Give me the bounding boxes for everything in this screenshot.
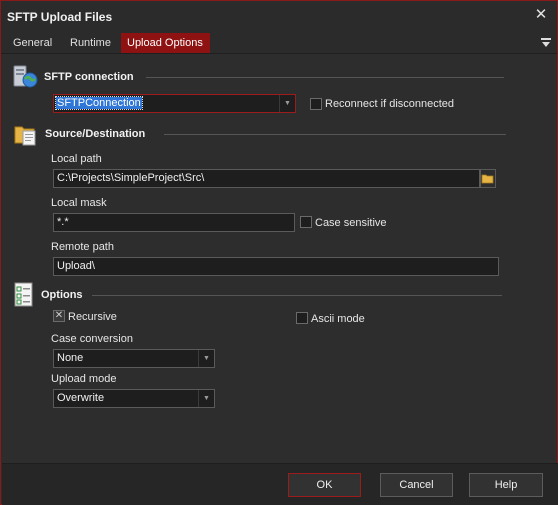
upload-options-panel: SFTP connection SFTPConnection ▼ Reconne…: [3, 54, 555, 463]
case-sensitive-checkbox[interactable]: [300, 216, 312, 228]
recursive-checkbox[interactable]: ✕: [53, 310, 65, 322]
title-bar: SFTP Upload Files ✕: [1, 1, 557, 33]
chevron-down-icon: ▼: [279, 95, 295, 112]
local-mask-label: Local mask: [51, 197, 107, 209]
local-mask-input[interactable]: *.*: [53, 213, 295, 232]
case-sensitive-label: Case sensitive: [315, 217, 387, 229]
dialog-footer: OK Cancel Help: [2, 463, 558, 505]
case-conversion-label: Case conversion: [51, 333, 133, 345]
tab-upload-options[interactable]: Upload Options: [121, 33, 210, 53]
chevron-down-icon: ▼: [198, 350, 214, 367]
sftp-connection-select[interactable]: SFTPConnection ▼: [53, 94, 296, 113]
close-icon[interactable]: ✕: [533, 7, 549, 23]
case-conversion-value: None: [57, 352, 84, 364]
section-divider: [146, 77, 504, 78]
browse-folder-button[interactable]: [480, 169, 496, 188]
folder-files-icon: [13, 123, 39, 150]
tab-bar: General Runtime Upload Options: [1, 33, 557, 54]
dialog-window: SFTP Upload Files ✕ General Runtime Uplo…: [0, 0, 558, 505]
tab-menu-icon[interactable]: [541, 37, 551, 49]
sftp-section-title: SFTP connection: [44, 71, 134, 83]
tab-runtime[interactable]: Runtime: [64, 33, 117, 53]
upload-mode-label: Upload mode: [51, 373, 117, 385]
chevron-down-icon: ▼: [198, 390, 214, 407]
cancel-button[interactable]: Cancel: [380, 473, 453, 497]
help-button[interactable]: Help: [469, 473, 543, 497]
window-title: SFTP Upload Files: [7, 10, 113, 24]
section-divider: [164, 134, 506, 135]
checklist-icon: [13, 282, 35, 311]
local-path-label: Local path: [51, 153, 102, 165]
ok-button[interactable]: OK: [288, 473, 361, 497]
reconnect-label: Reconnect if disconnected: [325, 98, 455, 110]
sftp-connection-value: SFTPConnection: [55, 96, 143, 110]
options-section-title: Options: [41, 289, 83, 301]
remote-path-input[interactable]: Upload\: [53, 257, 499, 276]
recursive-label: Recursive: [68, 311, 117, 323]
case-conversion-select[interactable]: None ▼: [53, 349, 215, 368]
reconnect-checkbox[interactable]: [310, 98, 322, 110]
tab-general[interactable]: General: [7, 33, 58, 53]
remote-path-label: Remote path: [51, 241, 114, 253]
local-path-input[interactable]: C:\Projects\SimpleProject\Src\: [53, 169, 480, 188]
upload-mode-select[interactable]: Overwrite ▼: [53, 389, 215, 408]
source-section-title: Source/Destination: [45, 128, 146, 140]
ascii-mode-label: Ascii mode: [311, 313, 365, 325]
upload-mode-value: Overwrite: [57, 392, 105, 404]
ascii-mode-checkbox[interactable]: [296, 312, 308, 324]
folder-icon: [481, 174, 494, 184]
section-divider: [92, 295, 502, 296]
server-globe-icon: [13, 64, 39, 93]
